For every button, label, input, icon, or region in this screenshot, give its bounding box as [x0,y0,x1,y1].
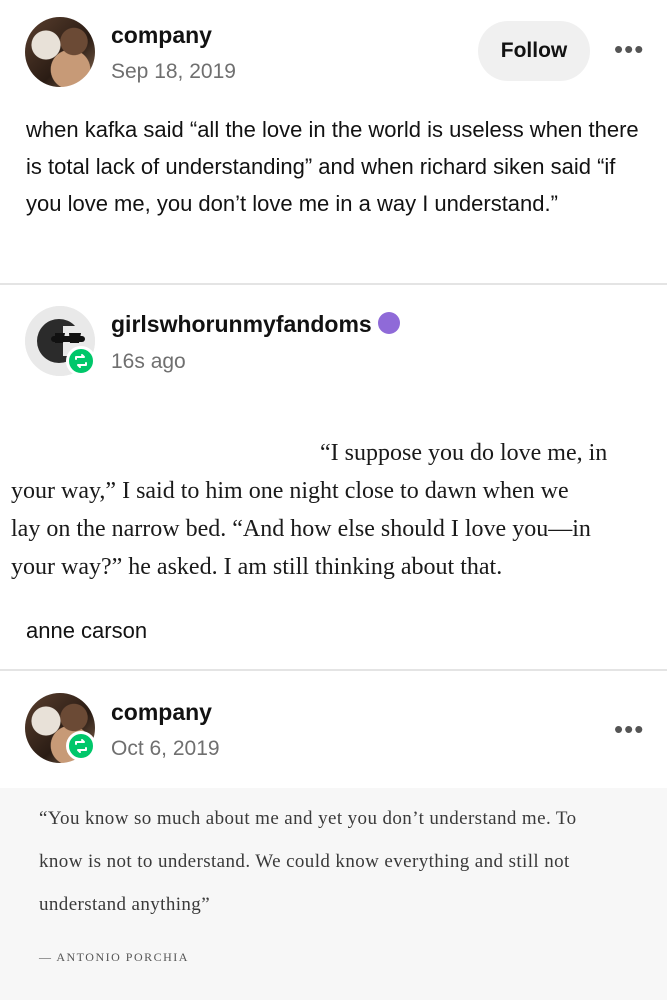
quote-line: lay on the narrow bed. “And how else sho… [11,516,591,542]
quote-line: “You know so much about me and yet you d… [39,808,577,829]
reblog-icon [66,731,96,761]
more-icon[interactable]: ••• [614,36,644,62]
follow-button[interactable]: Follow [478,21,590,81]
quote-image: “I suppose you do love me, in your way,”… [0,440,667,600]
post-time[interactable]: 16s ago [111,350,186,374]
caption: anne carson [26,618,148,643]
quote-attribution: — ANTONIO PORCHIA [39,950,189,964]
blogname[interactable]: company [111,699,212,726]
quote-line: “I suppose you do love me, in [320,440,608,466]
quote-line: your way,” I said to him one night close… [11,478,569,504]
quote-line: understand anything” [39,894,211,915]
quote-image: “You know so much about me and yet you d… [0,788,667,1000]
avatar[interactable] [25,17,95,87]
paw-icon [377,311,400,334]
post-text: when kafka said “all the love in the wor… [26,117,639,216]
blogname-text[interactable]: girlswhorunmyfandoms [111,311,372,337]
more-icon[interactable]: ••• [614,716,644,742]
blogname[interactable]: company [111,22,212,49]
blogname[interactable]: girlswhorunmyfandoms [111,311,400,338]
post-date[interactable]: Oct 6, 2019 [111,737,220,761]
quote-line: your way?” he asked. I am still thinking… [11,554,503,580]
quote-line: know is not to understand. We could know… [39,851,570,872]
divider [0,669,667,671]
reblog-icon [66,346,96,376]
divider [0,283,667,285]
post-date[interactable]: Sep 18, 2019 [111,60,236,84]
